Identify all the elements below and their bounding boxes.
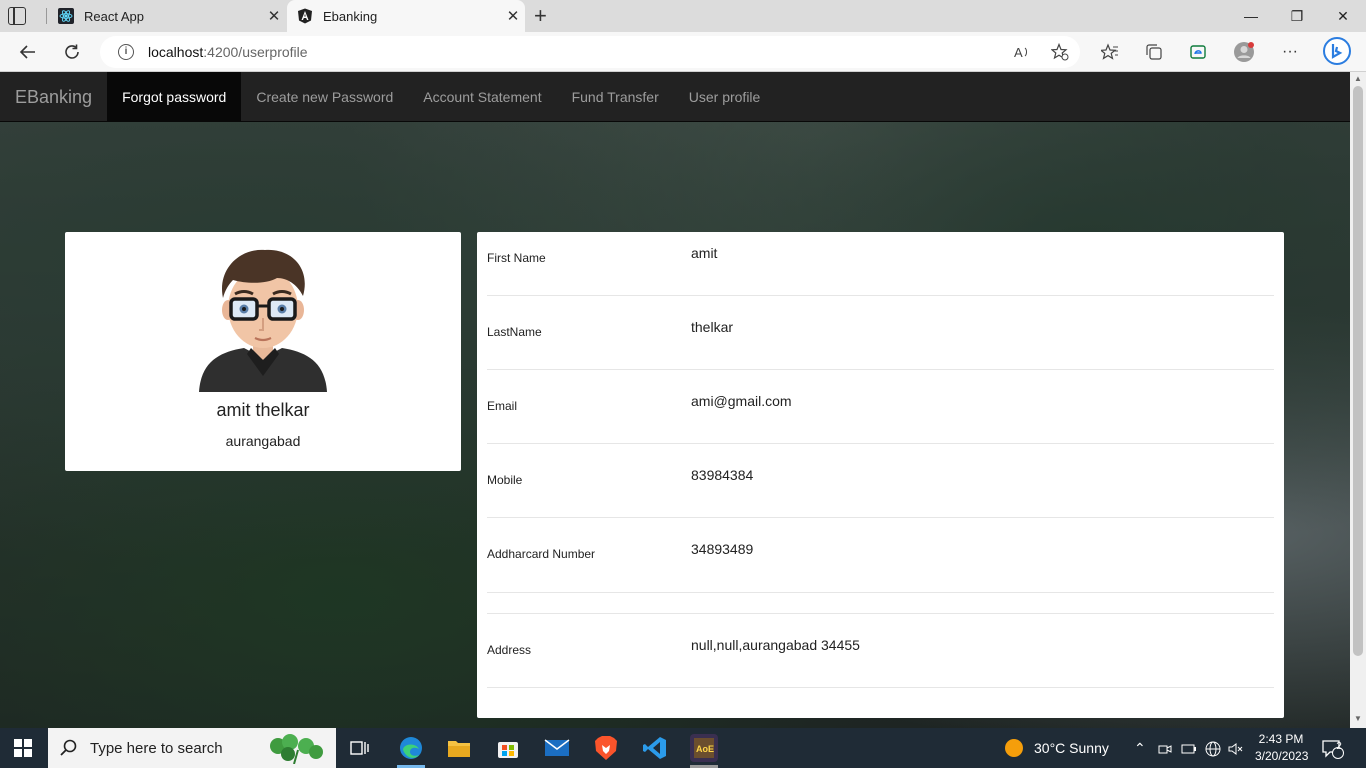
- browser-toolbar: i localhost:4200/userprofile A ···: [0, 32, 1366, 72]
- close-tab-icon[interactable]: ✕: [501, 7, 525, 25]
- browser-tab-bar: React App ✕ Ebanking ✕ + — ❐ ✕: [0, 0, 1366, 32]
- detail-value: thelkar: [691, 319, 734, 335]
- page-scrollbar[interactable]: ▲ ▼: [1350, 72, 1366, 728]
- detail-row-email: Email ami@gmail.com: [487, 370, 1274, 444]
- brave-browser-icon[interactable]: [592, 734, 620, 762]
- svg-text:AoE: AoE: [696, 744, 714, 754]
- restore-icon[interactable]: ❐: [1274, 0, 1320, 32]
- nav-forgot-password[interactable]: Forgot password: [107, 72, 242, 121]
- detail-value: null,null,aurangabad 34455: [691, 637, 860, 653]
- profile-details-card: First Name amit LastName thelkar Email a…: [477, 232, 1284, 718]
- close-tab-icon[interactable]: ✕: [262, 7, 286, 25]
- tab-ebanking[interactable]: Ebanking ✕: [287, 0, 525, 32]
- detail-row-last-name: LastName thelkar: [487, 296, 1274, 370]
- profile-city: aurangabad: [225, 433, 301, 449]
- detail-value: ami@gmail.com: [691, 393, 792, 409]
- detail-label: Mobile: [487, 473, 523, 487]
- network-globe-icon[interactable]: [1205, 728, 1221, 768]
- edge-icon[interactable]: [397, 734, 425, 762]
- site-info-icon[interactable]: i: [118, 44, 134, 60]
- scrollbar-thumb[interactable]: [1353, 86, 1363, 656]
- clock-time: 2:43 PM: [1258, 732, 1304, 746]
- new-tab-icon[interactable]: +: [534, 3, 547, 29]
- more-options-icon[interactable]: ···: [1278, 40, 1302, 64]
- nav-create-new-password[interactable]: Create new Password: [241, 72, 408, 121]
- windows-taskbar: Type here to search AoE 30°C Sunny ⌃ 2:4…: [0, 728, 1366, 768]
- tab-actions-icon[interactable]: [8, 7, 26, 25]
- bing-chat-icon[interactable]: [1322, 36, 1352, 66]
- tab-separator: [46, 8, 47, 24]
- detail-label: First Name: [487, 251, 546, 265]
- collections-icon[interactable]: [1142, 40, 1166, 64]
- favorites-icon[interactable]: [1098, 40, 1122, 64]
- weather-text[interactable]: 30°C Sunny: [1034, 728, 1109, 768]
- meet-now-icon[interactable]: [1158, 728, 1172, 768]
- search-placeholder: Type here to search: [90, 739, 223, 757]
- system-clock[interactable]: 2:43 PM 3/20/2023: [1255, 731, 1309, 765]
- detail-value: amit: [691, 245, 718, 261]
- nav-account-statement[interactable]: Account Statement: [408, 72, 556, 121]
- detail-label: Email: [487, 399, 518, 413]
- url-text: localhost:4200/userprofile: [148, 44, 308, 60]
- angular-icon: [297, 8, 313, 24]
- vscode-icon[interactable]: [641, 734, 669, 762]
- detail-label: Addharcard Number: [487, 547, 596, 561]
- weather-sun-icon[interactable]: [1000, 734, 1028, 762]
- back-arrow-icon[interactable]: [16, 40, 40, 64]
- detail-row-mobile: Mobile 83984384: [487, 444, 1274, 518]
- detail-row-aadhar: Addharcard Number 34893489: [487, 518, 1274, 593]
- nav-user-profile[interactable]: User profile: [674, 72, 776, 121]
- detail-value: 83984384: [691, 467, 754, 483]
- close-window-icon[interactable]: ✕: [1320, 0, 1366, 32]
- app-navbar: EBanking Forgot password Create new Pass…: [0, 72, 1350, 122]
- detail-row-first-name: First Name amit: [487, 232, 1274, 296]
- refresh-icon[interactable]: [60, 40, 84, 64]
- tab-react-app[interactable]: React App ✕: [48, 0, 286, 32]
- navbar-brand[interactable]: EBanking: [0, 72, 107, 121]
- chevron-up-icon[interactable]: ⌃: [1134, 728, 1146, 768]
- nav-fund-transfer[interactable]: Fund Transfer: [557, 72, 674, 121]
- detail-row-address: Address null,null,aurangabad 34455: [487, 614, 1274, 688]
- microsoft-store-icon[interactable]: [494, 734, 522, 762]
- volume-muted-icon[interactable]: [1228, 728, 1244, 768]
- battery-icon[interactable]: [1181, 728, 1197, 768]
- minimize-icon[interactable]: —: [1228, 0, 1274, 32]
- profile-avatar-icon[interactable]: [1232, 40, 1256, 64]
- detail-value: 34893489: [691, 541, 754, 557]
- task-view-icon[interactable]: [346, 734, 374, 762]
- tab-title: React App: [84, 8, 144, 24]
- favorite-star-icon[interactable]: [1048, 40, 1072, 64]
- scroll-up-icon[interactable]: ▲: [1350, 74, 1366, 83]
- mail-icon[interactable]: [543, 734, 571, 762]
- address-bar[interactable]: i localhost:4200/userprofile A: [100, 36, 1080, 68]
- detail-label: Address: [487, 643, 532, 657]
- clover-icon: [270, 734, 323, 764]
- react-icon: [58, 8, 74, 24]
- clock-date: 3/20/2023: [1255, 749, 1309, 763]
- svg-text:A: A: [1014, 45, 1023, 60]
- game-app-icon[interactable]: AoE: [690, 734, 718, 762]
- detail-label: LastName: [487, 325, 542, 339]
- detail-row-spacer: [487, 593, 1274, 614]
- search-icon: [60, 739, 77, 756]
- profile-name: amit thelkar: [216, 400, 310, 420]
- avatar: [197, 240, 329, 392]
- profile-card: amit thelkar aurangabad: [65, 232, 461, 471]
- windows-start-icon[interactable]: [14, 739, 32, 757]
- scroll-down-icon[interactable]: ▼: [1350, 714, 1366, 723]
- read-aloud-icon[interactable]: A: [1010, 40, 1034, 64]
- notification-count: 2: [1336, 741, 1342, 752]
- tab-title: Ebanking: [323, 8, 378, 24]
- taskbar-search-box[interactable]: Type here to search: [48, 728, 336, 768]
- page-background: EBanking Forgot password Create new Pass…: [0, 72, 1350, 728]
- browser-essentials-icon[interactable]: [1186, 40, 1210, 64]
- file-explorer-icon[interactable]: [445, 734, 473, 762]
